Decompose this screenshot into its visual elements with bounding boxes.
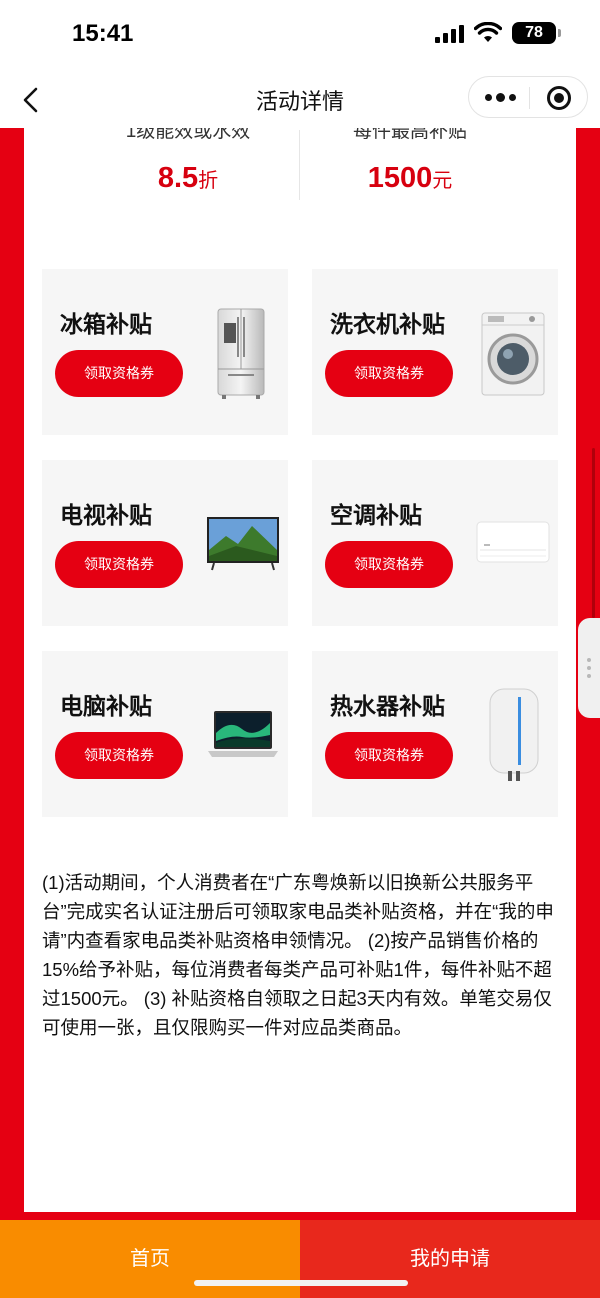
tab-my-application[interactable]: 我的申请 [300,1220,600,1298]
discount-unit: 折 [198,170,219,192]
discount-summary: 1级能效或水效 8.5折 [76,128,300,208]
category-card-ac[interactable]: 空调补贴 领取资格券 [312,460,558,626]
category-card-water-heater[interactable]: 热水器补贴 领取资格券 [312,651,558,817]
air-conditioner-icon [476,520,550,571]
category-card-fridge[interactable]: 冰箱补贴 领取资格券 [42,269,288,435]
refrigerator-icon [216,307,266,406]
home-indicator[interactable] [194,1280,408,1286]
category-card-tv[interactable]: 电视补贴 领取资格券 [42,460,288,626]
washing-machine-icon [480,311,546,402]
claim-voucher-button[interactable]: 领取资格券 [55,350,183,397]
category-title: 空调补贴 [330,502,422,528]
max-subsidy-value: 1500元 [300,162,520,195]
max-subsidy-unit: 元 [432,170,453,192]
water-heater-icon [488,687,540,788]
mini-program-capsule [468,76,588,118]
nav-bar: 活动详情 [0,72,600,128]
category-title: 电视补贴 [60,502,152,528]
claim-voucher-button[interactable]: 领取资格券 [55,732,183,779]
status-icons: 78 [435,22,561,44]
category-title: 洗衣机补贴 [330,311,445,337]
max-subsidy-number: 1500 [367,162,433,194]
category-title: 热水器补贴 [330,693,445,719]
discount-label: 1级能效或水效 [125,128,251,142]
category-card-computer[interactable]: 电脑补贴 领取资格券 [42,651,288,817]
activity-rules: (1)活动期间，个人消费者在“广东粤焕新以旧换新公共服务平台”完成实名认证注册后… [42,872,554,1038]
cellular-signal-icon [435,23,464,43]
more-icon[interactable] [485,93,516,102]
wifi-icon [474,22,502,44]
claim-voucher-button[interactable]: 领取资格券 [325,541,453,588]
laptop-icon [206,709,280,766]
discount-value: 8.5折 [76,162,300,195]
category-card-washer[interactable]: 洗衣机补贴 领取资格券 [312,269,558,435]
category-title: 电脑补贴 [60,693,152,719]
max-subsidy-summary: 每件最高补贴 1500元 [300,128,520,208]
tv-icon [206,516,280,577]
floating-side-handle[interactable] [578,618,600,718]
discount-number: 8.5 [157,162,199,194]
tab-home[interactable]: 首页 [0,1220,300,1298]
claim-voucher-button[interactable]: 领取资格券 [325,732,453,779]
bottom-tab-bar: 首页 我的申请 [0,1220,600,1298]
max-subsidy-label: 每件最高补贴 [352,128,467,142]
subsidy-summary: 1级能效或水效 8.5折 每件最高补贴 1500元 [24,128,576,208]
close-mini-program-icon[interactable] [547,86,571,110]
scrollbar[interactable] [592,448,595,618]
status-time: 15:41 [72,20,134,47]
status-bar: 15:41 78 [0,0,600,72]
claim-voucher-button[interactable]: 领取资格券 [55,541,183,588]
category-title: 冰箱补贴 [60,311,152,337]
claim-voucher-button[interactable]: 领取资格券 [325,350,453,397]
capsule-divider [529,87,530,109]
content-card: 1级能效或水效 8.5折 每件最高补贴 1500元 冰箱补贴 领取资格券 洗衣机… [24,128,576,1212]
battery-icon: 78 [512,22,561,44]
